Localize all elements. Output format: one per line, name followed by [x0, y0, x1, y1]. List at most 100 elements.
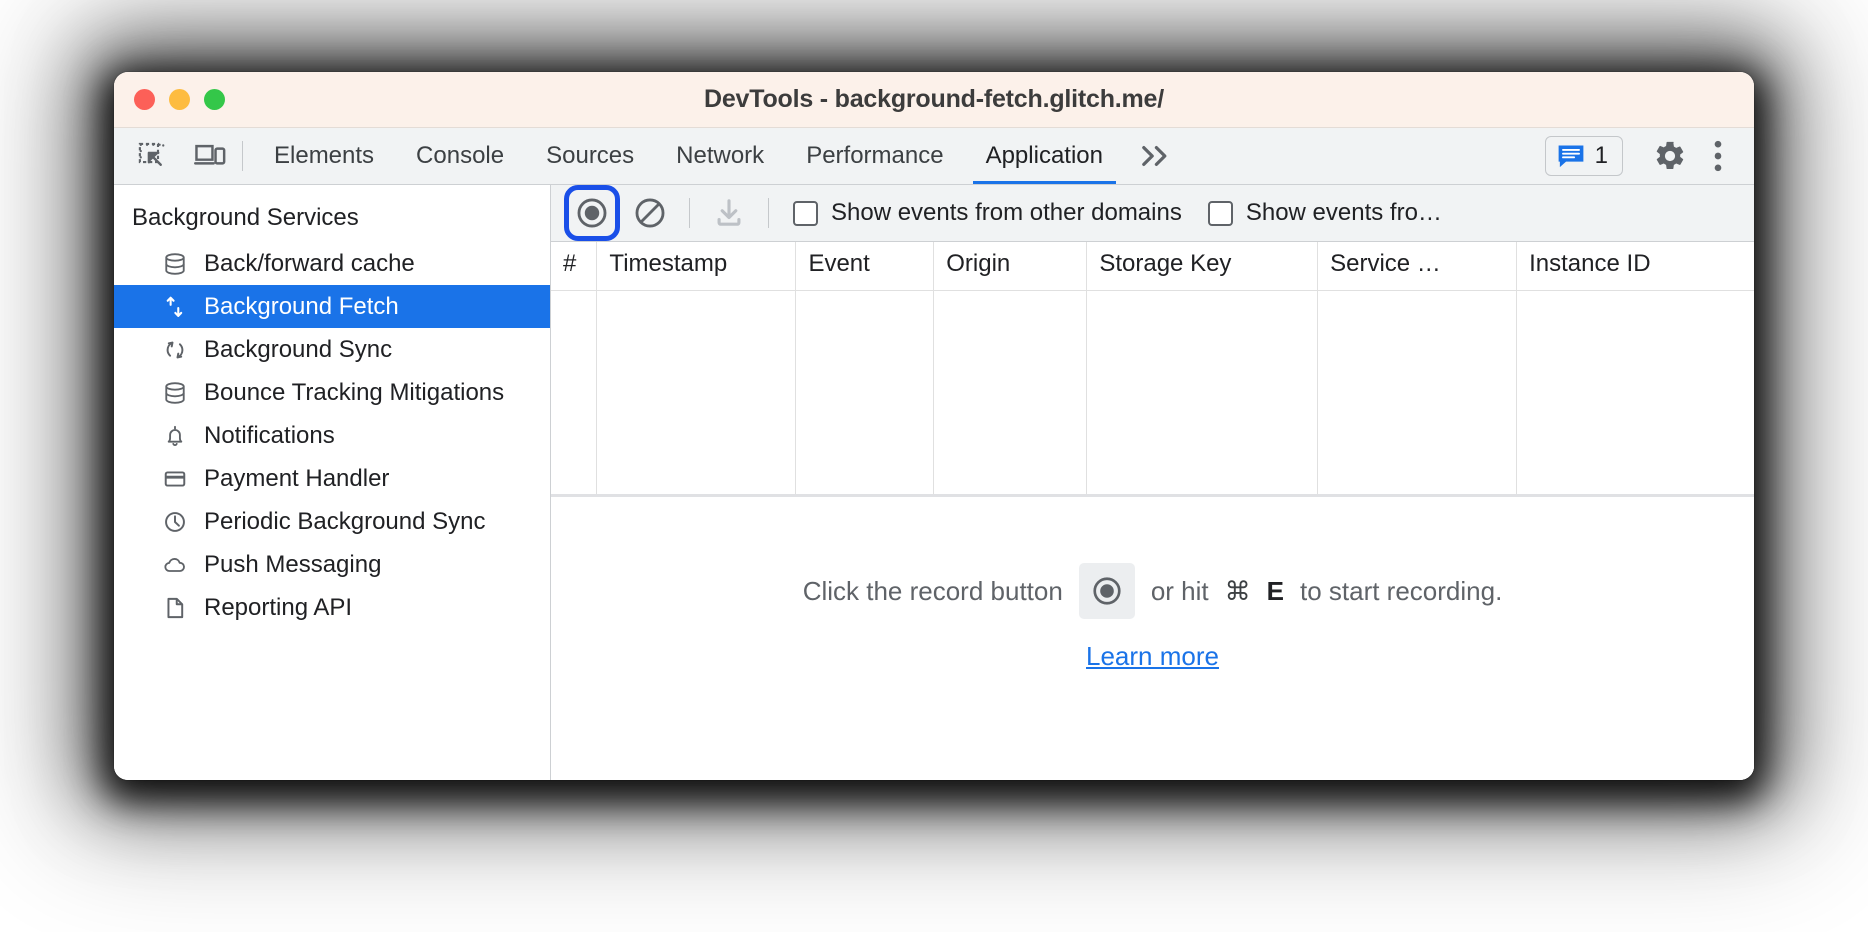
sidebar-item-label: Background Fetch	[204, 292, 399, 320]
tab-label: Console	[416, 142, 505, 169]
tabstrip-left-icons	[114, 128, 232, 184]
checkbox-label: Show events from other domains	[831, 199, 1182, 226]
settings-button[interactable]	[1648, 136, 1692, 176]
database-icon	[162, 380, 188, 406]
events-table-container: # Timestamp Event Origin Storage Key Ser…	[551, 242, 1754, 497]
devtools-window: DevTools - background-fetch.glitch.me/ E…	[114, 72, 1754, 780]
empty-table-row	[551, 290, 1754, 494]
empty-state-line: Click the record button or hit ⌘ E to st…	[802, 563, 1503, 619]
sidebar-item-payment-handler[interactable]: Payment Handler	[114, 457, 550, 500]
clear-button[interactable]	[627, 190, 673, 236]
application-sidebar: Background Services Back/forward cache B…	[114, 185, 551, 780]
tab-performance[interactable]: Performance	[785, 128, 964, 184]
more-options-button[interactable]	[1696, 136, 1740, 176]
tabstrip-divider	[242, 141, 243, 171]
shortcut-key: E	[1266, 575, 1284, 606]
sidebar-item-label: Bounce Tracking Mitigations	[204, 378, 505, 406]
column-header-instance-id[interactable]: Instance ID	[1516, 242, 1754, 291]
empty-cell	[1317, 290, 1518, 494]
download-icon	[712, 196, 746, 230]
column-header-index[interactable]: #	[551, 242, 598, 291]
events-table: # Timestamp Event Origin Storage Key Ser…	[551, 242, 1754, 494]
bell-icon	[162, 423, 188, 449]
more-tabs-button[interactable]	[1124, 128, 1186, 184]
console-messages-button[interactable]: 1	[1544, 136, 1623, 176]
kebab-menu-icon	[1713, 140, 1723, 172]
clear-icon	[633, 196, 667, 230]
sidebar-item-label: Push Messaging	[204, 550, 382, 578]
tab-console[interactable]: Console	[395, 128, 525, 184]
sidebar-item-label: Reporting API	[204, 593, 353, 621]
credit-card-icon	[162, 466, 188, 492]
window-title: DevTools - background-fetch.glitch.me/	[703, 85, 1165, 113]
tab-elements[interactable]: Elements	[253, 128, 395, 184]
checkbox-box[interactable]	[1207, 200, 1233, 226]
toolbar-divider	[768, 198, 769, 228]
checkbox-box[interactable]	[793, 200, 818, 226]
sync-icon	[162, 337, 188, 363]
empty-cell	[933, 290, 1088, 494]
background-services-toolbar: Show events from other domains Show even…	[551, 185, 1754, 242]
devtools-tabstrip: Elements Console Sources Network Perform…	[114, 128, 1754, 185]
empty-cell	[1086, 290, 1319, 494]
learn-more-link[interactable]: Learn more	[1086, 641, 1219, 672]
record-icon	[575, 196, 609, 230]
empty-cell	[596, 290, 797, 494]
empty-state-suffix: to start recording.	[1299, 575, 1503, 606]
events-table-header-row: # Timestamp Event Origin Storage Key Ser…	[551, 242, 1754, 291]
close-window-button[interactable]	[134, 89, 155, 110]
column-header-origin[interactable]: Origin	[933, 242, 1088, 291]
sidebar-item-back-forward-cache[interactable]: Back/forward cache	[114, 242, 550, 285]
traffic-lights	[134, 89, 225, 110]
column-header-storage-key[interactable]: Storage Key	[1086, 242, 1319, 291]
window-titlebar: DevTools - background-fetch.glitch.me/	[114, 72, 1754, 128]
column-header-event[interactable]: Event	[795, 242, 935, 291]
empty-state-middle: or hit	[1150, 575, 1209, 606]
database-icon	[162, 251, 188, 277]
inline-record-button[interactable]	[1078, 563, 1135, 619]
command-key-glyph: ⌘	[1224, 575, 1251, 606]
chevron-double-right-icon	[1138, 142, 1172, 170]
column-header-service-worker[interactable]: Service …	[1317, 242, 1518, 291]
toolbar-divider	[689, 198, 690, 228]
tab-label: Elements	[274, 142, 375, 169]
background-fetch-panel: Show events from other domains Show even…	[551, 185, 1754, 780]
tab-label: Performance	[806, 142, 944, 169]
tab-sources[interactable]: Sources	[525, 128, 655, 184]
empty-state-prefix: Click the record button	[802, 575, 1063, 606]
minimize-window-button[interactable]	[169, 89, 190, 110]
show-events-other-domains-checkbox[interactable]: Show events from other domains	[793, 199, 1182, 227]
empty-cell	[1516, 290, 1754, 494]
sidebar-item-reporting-api[interactable]: Reporting API	[114, 586, 550, 629]
tabstrip-right-tools: 1	[1544, 128, 1754, 184]
sidebar-item-background-fetch[interactable]: Background Fetch	[114, 285, 550, 328]
document-icon	[162, 595, 188, 621]
column-header-timestamp[interactable]: Timestamp	[596, 242, 797, 291]
sidebar-item-label: Back/forward cache	[204, 249, 415, 277]
sidebar-item-background-sync[interactable]: Background Sync	[114, 328, 550, 371]
sidebar-item-label: Background Sync	[204, 335, 393, 363]
tab-application[interactable]: Application	[965, 128, 1124, 184]
empty-cell	[795, 290, 935, 494]
empty-state-message: Click the record button or hit ⌘ E to st…	[551, 497, 1754, 780]
sidebar-item-label: Notifications	[204, 421, 335, 449]
sidebar-item-notifications[interactable]: Notifications	[114, 414, 550, 457]
tab-network[interactable]: Network	[655, 128, 785, 184]
message-count: 1	[1594, 142, 1608, 169]
clock-icon	[162, 509, 188, 535]
record-button[interactable]	[564, 185, 620, 241]
save-events-button[interactable]	[706, 190, 752, 236]
message-icon	[1556, 143, 1586, 169]
device-toolbar-button[interactable]	[188, 136, 232, 176]
sidebar-item-bounce-tracking-mitigations[interactable]: Bounce Tracking Mitigations	[114, 371, 550, 414]
sidebar-section-title: Background Services	[132, 204, 359, 231]
cloud-icon	[162, 552, 188, 578]
inspect-element-button[interactable]	[130, 136, 174, 176]
tab-label: Sources	[546, 142, 635, 169]
show-events-from-other-checkbox[interactable]: Show events fro…	[1207, 199, 1442, 227]
maximize-window-button[interactable]	[204, 89, 225, 110]
sidebar-item-push-messaging[interactable]: Push Messaging	[114, 543, 550, 586]
sidebar-item-label: Payment Handler	[204, 464, 390, 492]
tab-label: Network	[676, 142, 765, 169]
sidebar-item-periodic-background-sync[interactable]: Periodic Background Sync	[114, 500, 550, 543]
